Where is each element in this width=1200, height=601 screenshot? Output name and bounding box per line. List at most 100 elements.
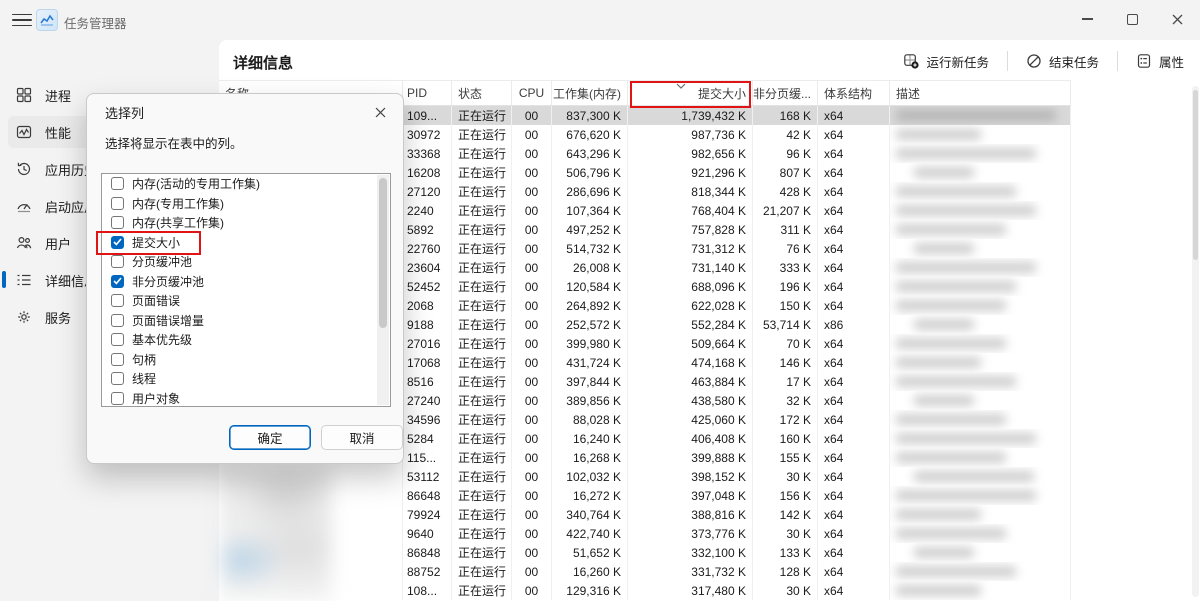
- cell-commit-size: 509,664 K: [628, 334, 753, 353]
- column-option[interactable]: 内存(共享工作集): [102, 213, 390, 233]
- table-row[interactable]: 79924 正在运行 00 340,764 K 388,816 K 142 K …: [219, 505, 1071, 524]
- column-option[interactable]: 内存(活动的专用工作集): [102, 174, 390, 194]
- cell-description-redacted: [890, 220, 1071, 239]
- scrollbar-thumb[interactable]: [1193, 90, 1198, 260]
- properties-button[interactable]: 属性: [1128, 48, 1192, 75]
- cell-nonpaged-pool: 172 K: [753, 410, 818, 429]
- column-header-pid[interactable]: PID: [403, 81, 452, 105]
- column-option[interactable]: 句柄: [102, 350, 390, 370]
- column-option[interactable]: 页面错误增量: [102, 311, 390, 331]
- listbox-scrollbar[interactable]: [377, 175, 389, 405]
- cell-working-set: 264,892 K: [552, 296, 628, 315]
- column-option[interactable]: 用户对象: [102, 389, 390, 408]
- checkbox[interactable]: [111, 353, 124, 366]
- column-header-commit-size[interactable]: 提交大小: [628, 81, 753, 105]
- column-header-architecture[interactable]: 体系结构: [818, 81, 890, 105]
- cell-description-redacted: [890, 429, 1071, 448]
- table-row[interactable]: 9640 正在运行 00 422,740 K 373,776 K 30 K x6…: [219, 524, 1071, 543]
- column-option[interactable]: 分页缓冲池: [102, 252, 390, 272]
- cell-nonpaged-pool: 96 K: [753, 144, 818, 163]
- column-header-cpu[interactable]: CPU: [512, 81, 552, 105]
- cell-commit-size: 398,152 K: [628, 467, 753, 486]
- checkbox[interactable]: [111, 197, 124, 210]
- cell-working-set: 676,620 K: [552, 125, 628, 144]
- cancel-button[interactable]: 取消: [321, 425, 403, 450]
- cell-cpu: 00: [512, 391, 552, 410]
- cell-cpu: 00: [512, 125, 552, 144]
- cell-working-set: 643,296 K: [552, 144, 628, 163]
- checkbox[interactable]: [111, 314, 124, 327]
- checkbox[interactable]: [111, 216, 124, 229]
- cell-pid: 22760: [403, 239, 452, 258]
- cell-commit-size: 425,060 K: [628, 410, 753, 429]
- checkbox[interactable]: [111, 333, 124, 346]
- checkbox[interactable]: [111, 255, 124, 268]
- column-header-working-set[interactable]: 工作集(内存): [552, 81, 628, 105]
- redacted-description-blur: [896, 300, 1006, 311]
- checkbox[interactable]: [111, 294, 124, 307]
- column-header-status[interactable]: 状态: [452, 81, 512, 105]
- minimize-button[interactable]: [1065, 0, 1110, 38]
- listbox-scrollbar-thumb[interactable]: [379, 178, 387, 328]
- cell-description-redacted: [890, 334, 1071, 353]
- column-header-description[interactable]: 描述: [890, 81, 1071, 105]
- cell-working-set: 120,584 K: [552, 277, 628, 296]
- cell-working-set: 497,252 K: [552, 220, 628, 239]
- maximize-button[interactable]: [1110, 0, 1155, 38]
- cell-nonpaged-pool: 807 K: [753, 163, 818, 182]
- table-row[interactable]: 86648 正在运行 00 16,272 K 397,048 K 156 K x…: [219, 486, 1071, 505]
- column-option[interactable]: 页面错误: [102, 291, 390, 311]
- run-new-task-button[interactable]: 运行新任务: [895, 48, 997, 75]
- cell-cpu: 00: [512, 182, 552, 201]
- cell-architecture: x64: [818, 182, 890, 201]
- table-row[interactable]: 88752 正在运行 00 16,260 K 331,732 K 128 K x…: [219, 562, 1071, 581]
- table-row[interactable]: 53112 正在运行 00 102,032 K 398,152 K 30 K x…: [219, 467, 1071, 486]
- column-option-label: 页面错误增量: [132, 312, 204, 329]
- cell-status: 正在运行: [452, 315, 512, 334]
- vertical-scrollbar[interactable]: [1192, 86, 1199, 597]
- run-new-task-icon: [903, 53, 919, 69]
- checkbox[interactable]: [111, 372, 124, 385]
- hamburger-menu-icon[interactable]: [12, 11, 32, 29]
- column-option[interactable]: 非分页缓冲池: [102, 272, 390, 292]
- cell-description-redacted: [890, 467, 1071, 486]
- cell-nonpaged-pool: 30 K: [753, 467, 818, 486]
- table-row[interactable]: 86848 正在运行 00 51,652 K 332,100 K 133 K x…: [219, 543, 1071, 562]
- cell-architecture: x64: [818, 429, 890, 448]
- cell-commit-size: 399,888 K: [628, 448, 753, 467]
- cell-nonpaged-pool: 333 K: [753, 258, 818, 277]
- dialog-close-icon[interactable]: [369, 101, 391, 123]
- cell-architecture: x64: [818, 467, 890, 486]
- column-option[interactable]: 基本优先级: [102, 330, 390, 350]
- cell-pid: 27240: [403, 391, 452, 410]
- cell-architecture: x64: [818, 106, 890, 125]
- users-icon: [16, 235, 32, 251]
- close-button[interactable]: [1155, 0, 1200, 38]
- cell-status: 正在运行: [452, 182, 512, 201]
- table-row[interactable]: 108... 正在运行 00 129,316 K 317,480 K 30 K …: [219, 581, 1071, 600]
- column-option[interactable]: 内存(专用工作集): [102, 194, 390, 214]
- column-option[interactable]: 提交大小: [102, 233, 390, 253]
- checkbox[interactable]: [111, 177, 124, 190]
- cell-working-set: 340,764 K: [552, 505, 628, 524]
- column-option[interactable]: 线程: [102, 369, 390, 389]
- cell-commit-size: 1,739,432 K: [628, 106, 753, 125]
- redacted-description-blur: [914, 395, 974, 406]
- cell-architecture: x64: [818, 524, 890, 543]
- cell-pid: 79924: [403, 505, 452, 524]
- cell-working-set: 51,652 K: [552, 543, 628, 562]
- end-task-button[interactable]: 结束任务: [1018, 48, 1107, 75]
- ok-button[interactable]: 确定: [229, 425, 311, 450]
- cell-architecture: x86: [818, 315, 890, 334]
- dialog-subtitle: 选择将显示在表中的列。: [105, 133, 243, 152]
- checkbox[interactable]: [111, 236, 124, 249]
- cell-pid: 86848: [403, 543, 452, 562]
- cell-pid: 30972: [403, 125, 452, 144]
- cell-commit-size: 438,580 K: [628, 391, 753, 410]
- cell-status: 正在运行: [452, 372, 512, 391]
- checkbox[interactable]: [111, 392, 124, 405]
- cell-working-set: 506,796 K: [552, 163, 628, 182]
- checkbox[interactable]: [111, 275, 124, 288]
- column-header-nonpaged-pool[interactable]: 非分页缓...: [753, 81, 818, 105]
- cell-nonpaged-pool: 30 K: [753, 524, 818, 543]
